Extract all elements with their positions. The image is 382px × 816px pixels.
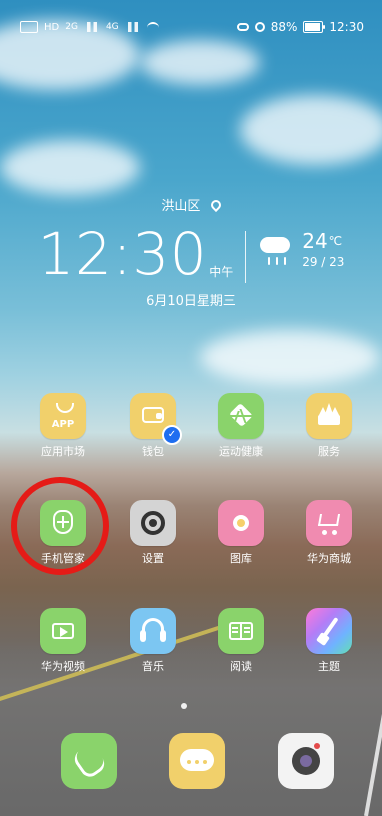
dock-camera[interactable] — [278, 733, 334, 789]
app-gallery[interactable]: 图库 — [204, 500, 278, 566]
phone-icon — [70, 742, 109, 781]
app-settings[interactable]: 设置 — [116, 500, 190, 566]
gear-icon — [130, 500, 176, 546]
signal-1-label: 2G — [65, 22, 78, 32]
location-text: 洪山区 — [161, 199, 201, 214]
cloud — [0, 140, 140, 195]
app-app-market[interactable]: APP 应用市场 — [26, 393, 100, 459]
weather-text: 24℃ 29 / 23 — [302, 231, 344, 269]
rain-cloud-icon — [258, 231, 292, 265]
eye-comfort-icon — [236, 23, 249, 31]
dock-messages[interactable] — [169, 733, 225, 789]
alarm-icon — [254, 22, 265, 32]
date: 6月10日星期三 — [146, 294, 236, 309]
page-indicator-dot — [181, 703, 187, 709]
app-market-icon: APP — [40, 393, 86, 439]
home-screen: HD 2G 4G 88% 12:30 洪山区 12:30 中午 24℃ 29 /… — [0, 0, 382, 816]
wifi-icon — [146, 22, 159, 32]
verified-badge-icon: ✓ — [162, 425, 182, 445]
weather-range: 29 / 23 — [302, 255, 345, 269]
app-themes[interactable]: 主题 — [292, 608, 366, 674]
cloud — [240, 95, 382, 165]
status-left: HD 2G 4G — [20, 21, 159, 33]
video-play-icon — [40, 608, 86, 654]
app-label: 应用市场 — [41, 445, 85, 458]
app-huawei-store[interactable]: 华为商城 — [292, 500, 366, 566]
app-label: 阅读 — [230, 660, 252, 673]
wallet-icon: ✓ — [130, 393, 182, 445]
weather-temp-unit: ℃ — [328, 234, 343, 248]
app-label: 设置 — [142, 552, 164, 565]
app-label: 运动健康 — [219, 445, 263, 458]
signal-1-icon — [83, 22, 100, 32]
app-huawei-video[interactable]: 华为视频 — [26, 608, 100, 674]
flower-icon — [218, 500, 264, 546]
cart-icon — [306, 500, 352, 546]
headphones-icon — [130, 608, 176, 654]
highlight-circle — [11, 477, 109, 575]
dock-phone[interactable] — [61, 733, 117, 789]
cloud — [140, 40, 260, 85]
app-services[interactable]: 服务 — [292, 393, 366, 459]
battery-icon — [303, 21, 326, 33]
clock-ampm: 中午 — [209, 265, 234, 279]
app-market-text: APP — [51, 419, 75, 430]
hd-indicator — [20, 21, 38, 33]
app-label: 华为商城 — [307, 552, 351, 565]
weather-temp-value: 24 — [302, 229, 328, 253]
app-reading[interactable]: 阅读 — [204, 608, 278, 674]
weather: 24℃ 29 / 23 — [258, 231, 344, 269]
battery-percent: 88% — [270, 20, 298, 34]
status-bar: HD 2G 4G 88% 12:30 — [20, 18, 364, 36]
cloud — [200, 330, 380, 385]
app-label: 钱包 — [142, 445, 164, 458]
brush-icon — [306, 608, 352, 654]
clock: 12:30 中午 — [38, 225, 234, 283]
signal-2-label: 4G — [105, 22, 119, 32]
clock-weather-widget[interactable]: 12:30 中午 24℃ 29 / 23 — [0, 225, 382, 283]
status-right: 88% 12:30 — [236, 20, 364, 34]
location[interactable]: 洪山区 — [0, 195, 382, 214]
weather-temp: 24℃ — [302, 231, 344, 251]
app-label: 主题 — [318, 660, 340, 673]
app-music[interactable]: 音乐 — [116, 608, 190, 674]
battery-fill — [305, 23, 320, 31]
health-heart-icon — [218, 393, 264, 439]
book-icon — [218, 608, 264, 654]
clock-weather-divider — [245, 231, 247, 283]
app-wallet[interactable]: ✓ 钱包 — [116, 393, 190, 459]
clock-time: 12:30 — [37, 220, 208, 288]
status-time: 12:30 — [329, 20, 364, 34]
app-label: 服务 — [318, 445, 340, 458]
app-label: 图库 — [230, 552, 252, 565]
location-pin-icon — [208, 197, 223, 213]
app-label: 音乐 — [142, 660, 164, 673]
app-label: 华为视频 — [41, 660, 85, 673]
signal-2-icon — [124, 22, 141, 32]
hd-text: HD — [44, 21, 60, 33]
app-health[interactable]: 运动健康 — [204, 393, 278, 459]
crown-icon — [306, 393, 352, 439]
